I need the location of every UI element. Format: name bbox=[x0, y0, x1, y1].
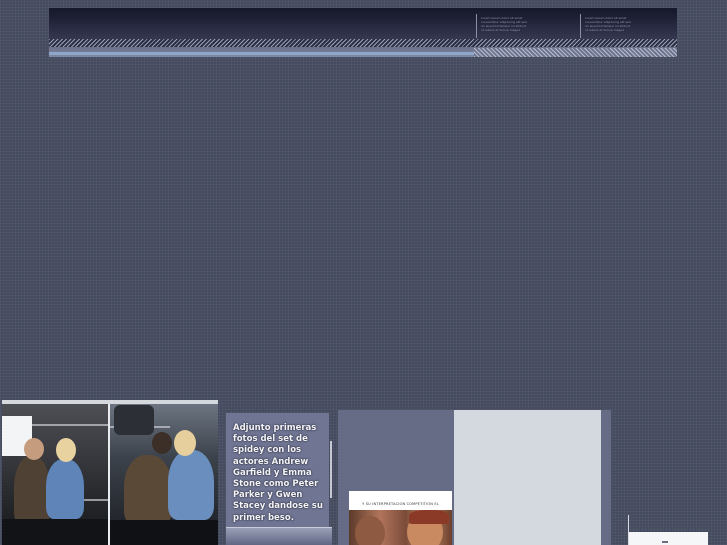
post-caption-text: Adjunto primeras fotos del set de spidey… bbox=[233, 423, 323, 523]
photo-head bbox=[56, 438, 76, 462]
photo-ground bbox=[110, 520, 218, 545]
post-caption-card: Adjunto primeras fotos del set de spidey… bbox=[226, 413, 329, 545]
photo-camera-equipment bbox=[114, 405, 154, 435]
ad-light-area bbox=[454, 410, 601, 545]
widget-indicator bbox=[662, 541, 668, 543]
post-photo[interactable] bbox=[2, 400, 218, 545]
banner-pattern-strip bbox=[49, 39, 677, 47]
poster-face-left bbox=[355, 516, 385, 545]
photo-person-female bbox=[46, 459, 84, 519]
ad-poster-image bbox=[349, 510, 452, 545]
banner-mesh-pattern bbox=[474, 48, 677, 57]
banner-separator bbox=[580, 14, 581, 38]
photo-head bbox=[24, 438, 44, 460]
photo-person-male bbox=[14, 456, 50, 526]
photo-person-male bbox=[124, 455, 172, 525]
photo-left-half bbox=[2, 404, 108, 545]
caption-bottom-bar bbox=[226, 527, 332, 545]
caption-scrollbar-track[interactable] bbox=[330, 441, 332, 498]
banner-text-2: Lorem ipsum dolor sit amet consectetur a… bbox=[585, 16, 631, 32]
photo-head bbox=[174, 430, 196, 456]
photo-right-half bbox=[110, 400, 218, 545]
header-banner: Lorem ipsum dolor sit amet consectetur a… bbox=[49, 8, 677, 57]
widget-box[interactable] bbox=[629, 532, 708, 545]
banner-separator bbox=[476, 14, 477, 38]
photo-person-female bbox=[168, 450, 214, 520]
ad-poster-title: Y SU INTERPRETACION COMPETITION EL bbox=[362, 502, 439, 506]
banner-text-1: Lorem ipsum dolor sit amet consectetur a… bbox=[481, 16, 527, 32]
photo-top-border bbox=[2, 400, 218, 404]
ad-poster[interactable]: Y SU INTERPRETACION COMPETITION EL bbox=[349, 491, 452, 545]
photo-rail bbox=[32, 424, 108, 426]
photo-ground bbox=[2, 519, 108, 545]
poster-hair bbox=[409, 510, 449, 524]
banner-accent-line bbox=[49, 52, 474, 55]
photo-head bbox=[152, 432, 172, 454]
